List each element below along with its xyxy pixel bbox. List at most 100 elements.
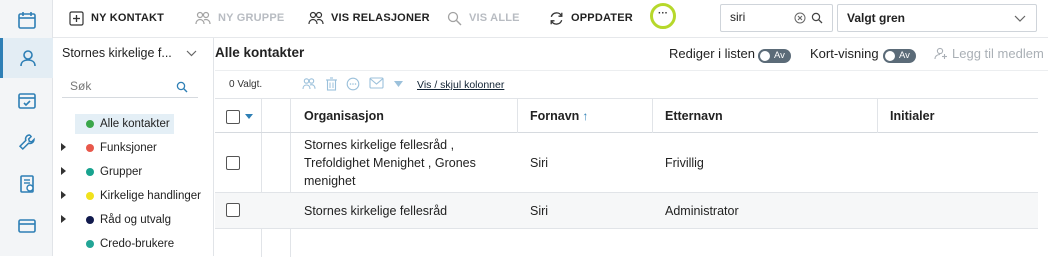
- cell-fornavn: Siri: [530, 155, 549, 170]
- caret-down-icon[interactable]: [394, 81, 403, 87]
- sort-ascending-icon: ↑: [582, 109, 589, 123]
- card-view-label: Kort-visning: [810, 46, 879, 61]
- new-contact-button[interactable]: NY KONTAKT: [69, 0, 164, 36]
- tree-item-credo-brukere[interactable]: Credo-brukere: [75, 234, 174, 254]
- new-group-label: NY GRUPPE: [218, 12, 285, 24]
- search-icon: [447, 11, 462, 25]
- update-label: OPPDATER: [571, 12, 633, 24]
- tree-dot-teal: [86, 168, 94, 176]
- column-header-label: Fornavn: [530, 109, 580, 123]
- row-checkbox[interactable]: [226, 156, 240, 170]
- tools-nav-button[interactable]: [0, 122, 53, 162]
- branch-select[interactable]: Valgt gren: [837, 4, 1037, 32]
- person-icon: [20, 50, 36, 67]
- show-hide-columns-link[interactable]: Vis / skjul kolonner: [417, 79, 504, 91]
- contact-search-box: [720, 4, 833, 32]
- tree-dot-yellow: [86, 192, 94, 200]
- tree-dot-teal: [86, 240, 94, 248]
- people-icon: [308, 11, 324, 24]
- payments-nav-button[interactable]: [0, 206, 53, 246]
- tree-item-label: Alle kontakter: [100, 118, 170, 130]
- calendar-icon: [17, 12, 36, 29]
- schedule-nav-button[interactable]: [0, 80, 53, 120]
- plus-box-icon: [69, 10, 84, 26]
- cell-etternavn: Administrator: [665, 203, 739, 218]
- bulk-actions-bar: 0 Valgt. Vis / skjul kolonner: [215, 70, 1048, 98]
- more-options-button[interactable]: ···: [650, 3, 676, 29]
- select-menu-caret-icon[interactable]: [245, 114, 253, 119]
- chat-bubble-icon[interactable]: [346, 77, 360, 91]
- tree-search-input[interactable]: [70, 79, 165, 93]
- column-header-initialer[interactable]: Initialer: [878, 99, 1038, 133]
- trash-icon[interactable]: [325, 77, 338, 91]
- new-contact-label: NY KONTAKT: [91, 12, 165, 24]
- document-check-icon: [19, 175, 34, 193]
- edit-in-list-label: Rediger i listen: [669, 46, 755, 61]
- left-nav-rail: [0, 0, 53, 256]
- card-view-toggle[interactable]: Av: [883, 49, 916, 63]
- expand-rad-og-utvalg-caret[interactable]: [61, 215, 66, 223]
- organization-selector-label: Stornes kirkelige f...: [62, 46, 172, 60]
- tree-dot-red: [86, 144, 94, 152]
- table-row[interactable]: Stornes kirkelige fellesråd , Trefoldigh…: [215, 133, 1038, 193]
- table-row[interactable]: Stornes kirkelige fellesråd Siri Adminis…: [215, 193, 1038, 229]
- expand-kirkelige-handlinger-caret[interactable]: [61, 191, 66, 199]
- tree-item-label: Kirkelige handlinger: [100, 190, 202, 202]
- column-header-fornavn[interactable]: Fornavn ↑: [518, 99, 653, 133]
- add-member-label: Legg til medlem: [952, 46, 1044, 61]
- edit-in-list-toggle[interactable]: Av: [758, 49, 791, 63]
- expand-funksjoner-caret[interactable]: [61, 143, 66, 151]
- more-options-label: ···: [658, 8, 668, 19]
- contact-search-input[interactable]: [730, 10, 790, 24]
- contact-tree-panel: Stornes kirkelige f... Alle kontakter Fu…: [53, 38, 214, 256]
- tree-dot-navy: [86, 216, 94, 224]
- contacts-table: Organisasjon Fornavn ↑ Etternavn Initial…: [215, 98, 1038, 257]
- chevron-down-icon: [1014, 15, 1026, 22]
- show-relations-button[interactable]: VIS RELASJONER: [308, 0, 430, 36]
- show-all-button[interactable]: VIS ALLE: [447, 0, 520, 36]
- tree-item-alle-kontakter[interactable]: Alle kontakter: [75, 114, 174, 134]
- tree-item-funksjoner[interactable]: Funksjoner: [75, 138, 157, 158]
- selected-count: 0 Valgt.: [229, 79, 263, 90]
- tree-item-label: Grupper: [100, 166, 143, 178]
- email-icon[interactable]: [369, 77, 384, 89]
- tree-dot-green: [86, 120, 94, 128]
- toggle-knob: [885, 51, 895, 61]
- page-title: Alle kontakter: [215, 45, 305, 60]
- cell-organisasjon: Stornes kirkelige fellesråd: [304, 203, 448, 218]
- column-header-organisasjon[interactable]: Organisasjon: [292, 99, 518, 133]
- contacts-main-area: Alle kontakter Rediger i listen Av Kort-…: [215, 38, 1048, 257]
- cell-organisasjon: Stornes kirkelige fellesråd , Trefoldigh…: [304, 137, 476, 188]
- column-header-etternavn[interactable]: Etternavn: [653, 99, 878, 133]
- person-add-icon: [934, 47, 947, 60]
- group-add-icon[interactable]: [302, 77, 316, 91]
- tree-item-kirkelige-handlinger[interactable]: Kirkelige handlinger: [75, 186, 201, 206]
- tree-item-label: Credo-brukere: [100, 238, 175, 250]
- expand-grupper-caret[interactable]: [61, 167, 66, 175]
- add-member-button[interactable]: Legg til medlem: [934, 46, 1044, 61]
- wrench-icon: [18, 134, 35, 151]
- clear-search-icon[interactable]: [794, 12, 806, 24]
- tree-item-rad-og-utvalg[interactable]: Råd og utvalg: [75, 210, 171, 230]
- column-header-label: Organisasjon: [304, 109, 384, 123]
- search-submit-icon[interactable]: [811, 12, 823, 24]
- show-all-label: VIS ALLE: [469, 12, 520, 24]
- select-all-checkbox[interactable]: [226, 110, 240, 124]
- toggle-state: Av: [899, 50, 910, 61]
- new-group-button[interactable]: NY GRUPPE: [195, 0, 284, 36]
- organization-selector[interactable]: Stornes kirkelige f...: [62, 46, 208, 60]
- show-relations-label: VIS RELASJONER: [331, 12, 430, 24]
- top-toolbar: NY KONTAKT NY GRUPPE VIS RELASJONER VIS …: [53, 0, 1048, 38]
- column-header-label: Etternavn: [665, 109, 723, 123]
- documents-nav-button[interactable]: [0, 164, 53, 204]
- calendar-nav-button[interactable]: [0, 0, 53, 40]
- chevron-down-icon: [186, 50, 197, 57]
- row-checkbox[interactable]: [226, 203, 240, 217]
- column-header-label: Initialer: [890, 109, 935, 123]
- branch-select-value: Valgt gren: [847, 11, 906, 25]
- credit-card-icon: [17, 219, 36, 233]
- tree-item-grupper[interactable]: Grupper: [75, 162, 142, 182]
- search-icon[interactable]: [176, 81, 188, 93]
- contacts-nav-button[interactable]: [0, 38, 53, 78]
- update-button[interactable]: OPPDATER: [549, 0, 633, 36]
